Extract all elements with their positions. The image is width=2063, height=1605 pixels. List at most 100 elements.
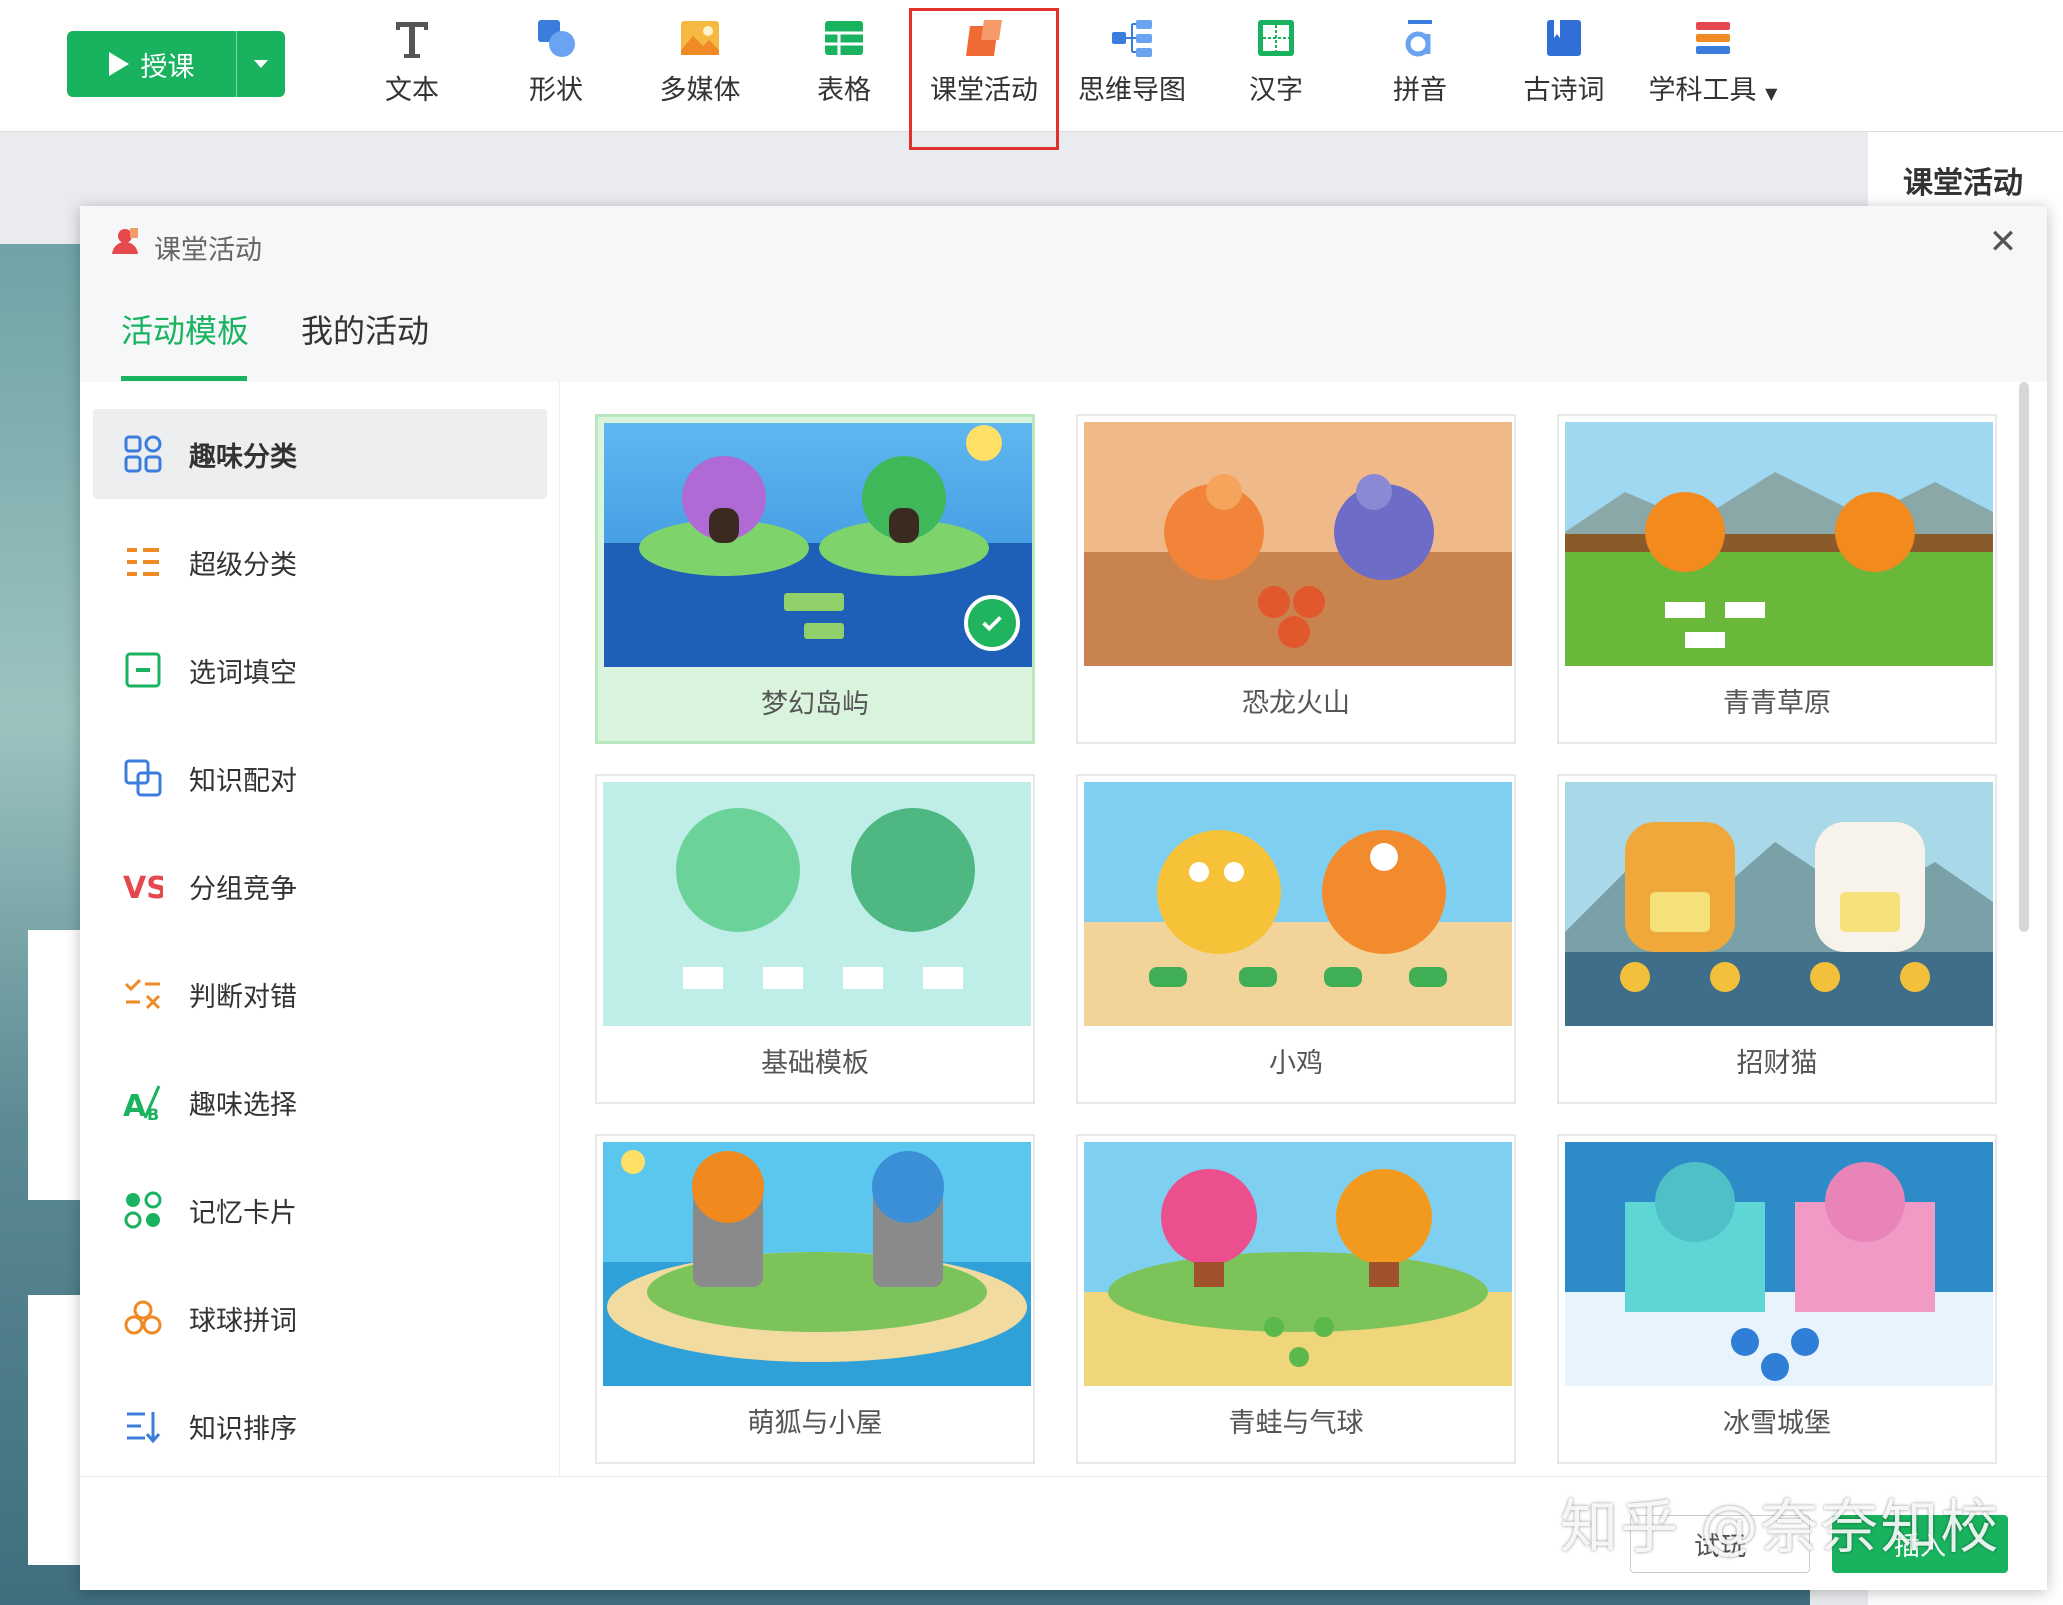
template-thumbnail <box>603 782 1031 1026</box>
checkmark-icon <box>964 595 1020 651</box>
template-thumbnail <box>1565 782 1993 1026</box>
template-card[interactable]: 冰雪城堡 <box>1557 1134 1997 1464</box>
play-icon <box>108 52 129 76</box>
template-thumbnail <box>603 1142 1031 1386</box>
template-thumbnail <box>1084 782 1512 1026</box>
category-label: 趣味分类 <box>189 441 297 473</box>
dialog-title: 课堂活动 <box>154 235 262 266</box>
tool-text[interactable]: 文本 <box>342 16 482 116</box>
choice-icon: AB <box>121 1080 165 1124</box>
template-thumbnail <box>1565 1142 1993 1386</box>
watermark: 知乎 @奈奈知校 <box>1560 1493 2001 1561</box>
tool-label: 思维导图 <box>1078 75 1186 106</box>
category-label: 分组竞争 <box>189 873 297 905</box>
category-item[interactable]: 知识配对 <box>93 733 547 823</box>
template-thumbnail <box>1084 1142 1512 1386</box>
template-card[interactable]: 青青草原 <box>1557 414 1997 744</box>
close-icon[interactable]: ✕ <box>1987 225 2019 259</box>
tool-label: 学科工具 ▼ <box>1648 75 1778 106</box>
tool-pinyin[interactable]: 拼音 <box>1350 16 1490 116</box>
shape-icon <box>538 20 575 57</box>
category-label: 球球拼词 <box>189 1305 297 1337</box>
category-item[interactable]: 判断对错 <box>93 949 547 1039</box>
tool-mindmap[interactable]: 思维导图 <box>1062 16 1202 116</box>
tool-label: 形状 <box>529 75 583 106</box>
tab-templates[interactable]: 活动模板 <box>121 306 249 352</box>
category-item[interactable]: 知识排序 <box>93 1381 547 1471</box>
template-card[interactable]: 青蛙与气球 <box>1076 1134 1516 1464</box>
template-name: 冰雪城堡 <box>1723 1408 1831 1439</box>
vs-icon: VS <box>121 864 165 908</box>
side-panel-title: 课堂活动 <box>1903 166 2023 201</box>
mindmap-icon <box>1112 20 1152 57</box>
category-label: 知识排序 <box>189 1413 297 1445</box>
lecture-dropdown[interactable] <box>237 60 285 68</box>
tool-shape[interactable]: 形状 <box>486 16 626 116</box>
slide-thumbnail <box>28 1295 88 1565</box>
lecture-label: 授课 <box>140 51 195 83</box>
dialog-header: 课堂活动 ✕ 活动模板 我的活动 <box>80 206 2047 382</box>
activity-dialog: 课堂活动 ✕ 活动模板 我的活动 趣味分类超级分类选词填空知识配对 VS 分组竞争判… <box>80 206 2047 1590</box>
category-item[interactable]: A B 趣味选择 <box>93 1057 547 1147</box>
table-icon <box>825 21 863 55</box>
template-card[interactable]: 小鸡 <box>1076 774 1516 1104</box>
tool-label: 汉字 <box>1249 75 1303 106</box>
template-thumbnail <box>1565 422 1993 666</box>
memory-card-icon <box>121 1188 165 1232</box>
pinyin-icon <box>1405 20 1432 57</box>
category-item[interactable]: 选词填空 <box>93 625 547 715</box>
template-name: 梦幻岛屿 <box>761 689 869 720</box>
lecture-button[interactable]: 授课 <box>67 31 285 97</box>
poem-icon <box>1547 20 1581 56</box>
tool-label: 表格 <box>817 75 871 106</box>
template-card[interactable]: 梦幻岛屿 <box>595 414 1035 744</box>
sort-icon <box>121 1404 165 1448</box>
fill-blank-icon <box>121 648 165 692</box>
template-name: 基础模板 <box>761 1048 869 1079</box>
tool-label: 课堂活动 <box>930 75 1038 106</box>
pair-icon <box>121 756 165 800</box>
tool-media[interactable]: 多媒体 <box>630 16 770 116</box>
template-scrollbar[interactable] <box>2019 382 2029 932</box>
active-tab-indicator <box>121 376 247 381</box>
template-name: 萌狐与小屋 <box>747 1408 883 1439</box>
template-name: 招财猫 <box>1736 1048 1818 1079</box>
slide-thumbnail <box>28 930 88 1200</box>
text-icon <box>396 22 428 58</box>
category-item[interactable]: 趣味分类 <box>93 409 547 499</box>
template-card[interactable]: 萌狐与小屋 <box>595 1134 1035 1464</box>
tool-subject-tools[interactable]: 学科工具 ▼ <box>1638 16 1788 116</box>
caret-down-icon: ▼ <box>1765 84 1778 103</box>
template-name: 恐龙火山 <box>1242 688 1350 719</box>
tool-poem[interactable]: 古诗词 <box>1494 16 1634 116</box>
template-name: 青蛙与气球 <box>1228 1408 1364 1439</box>
balls-icon <box>121 1296 165 1340</box>
template-card[interactable]: 招财猫 <box>1557 774 1997 1104</box>
tab-my-activities[interactable]: 我的活动 <box>301 306 429 352</box>
hanzi-icon <box>1258 20 1294 56</box>
chevron-down-icon <box>254 60 268 68</box>
category-item[interactable]: 球球拼词 <box>93 1273 547 1363</box>
grid-icon <box>121 432 165 476</box>
activity-icon <box>966 20 1002 56</box>
image-icon <box>681 21 719 55</box>
template-card[interactable]: 恐龙火山 <box>1076 414 1516 744</box>
svg-text:VS: VS <box>123 871 163 906</box>
category-item[interactable]: VS 分组竞争 <box>93 841 547 931</box>
category-item[interactable]: 超级分类 <box>93 517 547 607</box>
svg-text:B: B <box>147 1105 159 1122</box>
tool-label: 文本 <box>385 75 439 106</box>
activity-user-icon <box>112 228 138 254</box>
category-label: 判断对错 <box>189 981 297 1013</box>
template-name: 青青草原 <box>1723 688 1831 719</box>
tool-table[interactable]: 表格 <box>774 16 914 116</box>
top-toolbar: 授课 文本 形状 多媒体 表格 课堂活动 思维导图 汉字 拼音 古诗词 学科工具… <box>0 0 2063 150</box>
tool-label: 多媒体 <box>659 75 741 106</box>
template-card[interactable]: 基础模板 <box>595 774 1035 1104</box>
tool-activity[interactable]: 课堂活动 <box>909 8 1059 150</box>
lecture-start[interactable]: 授课 <box>67 31 237 97</box>
svg-text:A: A <box>123 1089 147 1122</box>
category-label: 趣味选择 <box>189 1089 297 1121</box>
category-item[interactable]: 记忆卡片 <box>93 1165 547 1255</box>
tool-hanzi[interactable]: 汉字 <box>1206 16 1346 116</box>
